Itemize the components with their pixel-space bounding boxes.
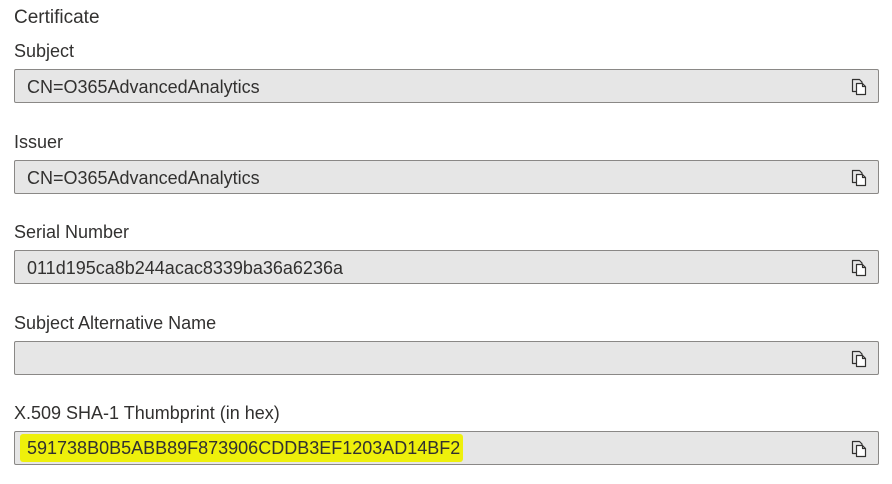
subject-input[interactable]: CN=O365AdvancedAnalytics [14,69,879,103]
issuer-field: Issuer CN=O365AdvancedAnalytics [14,131,879,194]
copy-subject-button[interactable] [850,78,868,96]
copy-thumbprint-button[interactable] [850,440,868,458]
serial-number-label: Serial Number [14,222,130,242]
issuer-input[interactable]: CN=O365AdvancedAnalytics [14,160,879,194]
subject-field: Subject CN=O365AdvancedAnalytics [14,40,879,103]
copy-icon [851,440,867,458]
subject-value[interactable]: CN=O365AdvancedAnalytics [27,70,260,104]
thumbprint-input[interactable]: 591738B0B5ABB89F873906CDDB3EF1203AD14BF2 [14,431,879,465]
copy-icon [851,350,867,368]
thumbprint-label: X.509 SHA-1 Thumbprint (in hex) [14,403,280,423]
issuer-value[interactable]: CN=O365AdvancedAnalytics [27,161,260,195]
serial-number-value[interactable]: 011d195ca8b244acac8339ba36a6236a [27,251,343,285]
copy-icon [851,259,867,277]
subject-alt-name-label: Subject Alternative Name [14,313,217,333]
copy-icon [851,78,867,96]
copy-subject-alt-name-button[interactable] [850,350,868,368]
copy-serial-number-button[interactable] [850,259,868,277]
section-title: Certificate [14,7,100,28]
thumbprint-value[interactable]: 591738B0B5ABB89F873906CDDB3EF1203AD14BF2 [20,434,464,462]
copy-icon [851,169,867,187]
serial-number-field: Serial Number 011d195ca8b244acac8339ba36… [14,221,879,284]
thumbprint-field: X.509 SHA-1 Thumbprint (in hex) 591738B0… [14,402,879,465]
subject-alt-name-input[interactable] [14,341,879,375]
issuer-label: Issuer [14,132,64,152]
copy-issuer-button[interactable] [850,169,868,187]
serial-number-input[interactable]: 011d195ca8b244acac8339ba36a6236a [14,250,879,284]
subject-alt-name-field: Subject Alternative Name [14,312,879,375]
subject-label: Subject [14,41,75,61]
